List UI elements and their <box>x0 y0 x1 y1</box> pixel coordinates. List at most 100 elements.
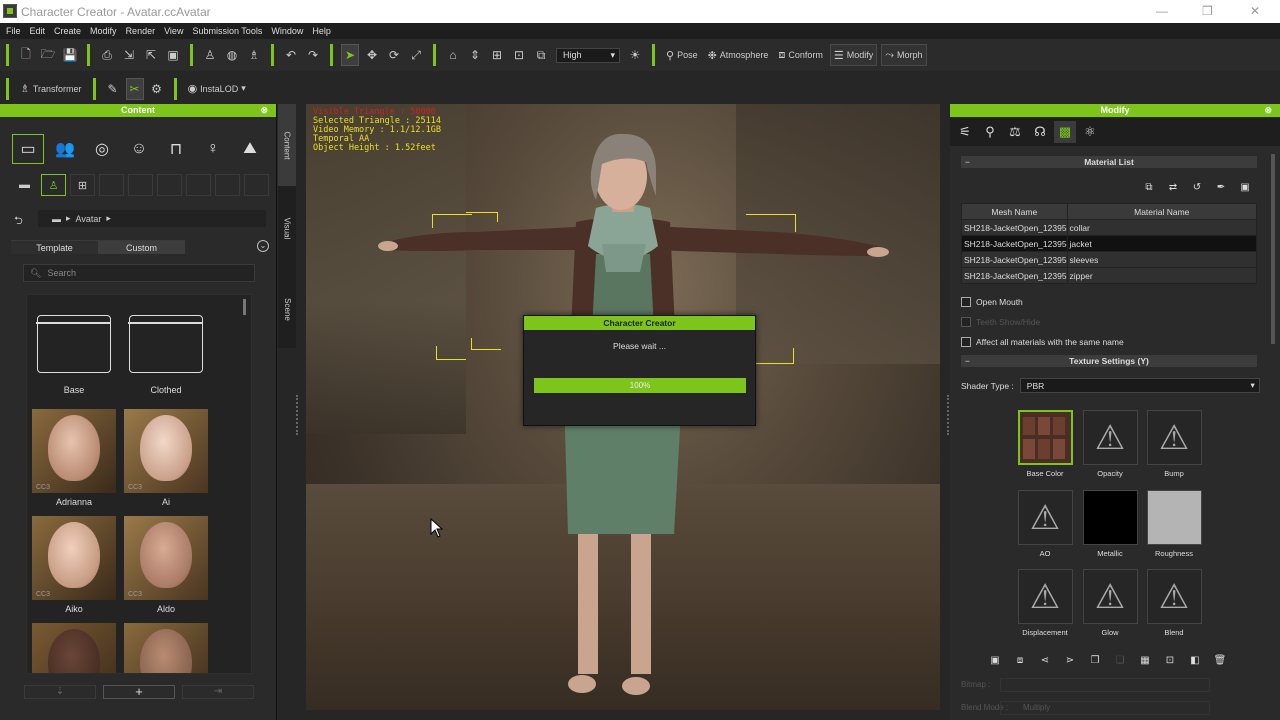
mesh-tool-icon[interactable]: ⚙ <box>148 78 166 100</box>
table-row[interactable]: SH218-JacketOpen_12395 jacket <box>961 235 1258 252</box>
redo-icon[interactable]: ↷ <box>304 44 322 66</box>
splitter-handle[interactable] <box>947 395 949 435</box>
share-icon[interactable]: ⋖ <box>1036 653 1054 668</box>
menu-edit[interactable]: Edit <box>30 26 46 36</box>
list-item[interactable]: Base <box>31 305 117 395</box>
splitter-handle[interactable] <box>296 395 298 435</box>
morph-slider-icon[interactable]: ⚖ <box>1004 121 1026 143</box>
apply-icon[interactable]: ⇥ <box>182 685 254 699</box>
export-fbx-icon[interactable]: ⇱ <box>142 44 160 66</box>
undo-icon[interactable]: ↶ <box>282 44 300 66</box>
conform-button[interactable]: ⧈ Conform <box>775 44 826 66</box>
sliders-icon[interactable]: ⚟ <box>954 121 976 143</box>
folder-icon[interactable]: ▬ <box>52 214 61 224</box>
delete-icon[interactable]: 🗑 <box>1211 653 1229 668</box>
zoom-selected-icon[interactable]: ⊡ <box>510 44 528 66</box>
teeth-checkbox[interactable]: Teeth Show/Hide <box>961 317 1040 327</box>
download-icon[interactable]: ⇣ <box>24 685 96 699</box>
menu-view[interactable]: View <box>164 26 183 36</box>
texture-slot-roughness[interactable]: Roughness <box>1142 490 1206 558</box>
edit-mesh-icon[interactable]: ✂ <box>125 77 144 100</box>
appearance-icon[interactable]: ☊ <box>1029 121 1051 143</box>
material-list-header[interactable]: − Material List <box>961 156 1257 168</box>
menu-create[interactable]: Create <box>54 26 81 36</box>
materials-category-icon[interactable]: ◎ <box>86 134 118 164</box>
texture-slot-glow[interactable]: ⚠ Glow <box>1078 569 1142 637</box>
column-header-mesh[interactable]: Mesh Name <box>961 203 1068 220</box>
tab-visual-vertical[interactable]: Visual <box>278 188 296 268</box>
panel-close-icon[interactable]: ⊗ <box>1264 104 1272 117</box>
column-header-material[interactable]: Material Name <box>1066 203 1258 220</box>
pose-button[interactable]: ⚲ Pose <box>663 44 701 66</box>
instalod-button[interactable]: ◉ InstaLOD ▾ <box>185 78 249 100</box>
panel-close-icon[interactable]: ⊗ <box>260 104 268 117</box>
head-category-icon[interactable]: ☺ <box>123 134 155 164</box>
add-button[interactable]: + <box>103 685 175 699</box>
list-item[interactable] <box>123 623 209 673</box>
bitmap-field[interactable] <box>1000 678 1210 692</box>
texture-slot-blend[interactable]: ⚠ Blend <box>1142 569 1206 637</box>
texture-slot-bump[interactable]: ⚠ Bump <box>1142 410 1206 478</box>
home-camera-icon[interactable]: ⌂ <box>444 44 462 66</box>
transformer-button[interactable]: ♗ Transformer <box>17 78 85 100</box>
tab-custom[interactable]: Custom <box>98 240 185 254</box>
menu-file[interactable]: File <box>6 26 21 36</box>
physics-atom-icon[interactable]: ⚛ <box>1079 121 1101 143</box>
eyedropper-icon[interactable]: ✒ <box>1212 180 1230 195</box>
share-all-icon[interactable]: ⋗ <box>1061 653 1079 668</box>
content-scrollbar[interactable] <box>243 299 246 315</box>
menu-help[interactable]: Help <box>312 26 331 36</box>
select-arrow-icon[interactable]: ➤ <box>341 44 359 66</box>
modify-scrollbar[interactable] <box>1271 154 1275 344</box>
menu-submission-tools[interactable]: Submission Tools <box>192 26 262 36</box>
headshot-icon[interactable]: ◍ <box>223 44 241 66</box>
people-category-icon[interactable]: 👥 <box>49 134 81 164</box>
menu-modify[interactable]: Modify <box>90 26 117 36</box>
restore-button[interactable]: ❐ <box>1202 4 1213 18</box>
shader-type-select[interactable]: PBR ▾ <box>1019 378 1260 393</box>
move-icon[interactable]: ✥ <box>363 44 381 66</box>
add-image-icon[interactable]: ⊞ <box>70 174 95 196</box>
menu-render[interactable]: Render <box>126 26 156 36</box>
scene-category-icon[interactable]: ⛰ <box>234 134 266 164</box>
folder-category-icon[interactable]: ▭ <box>12 134 44 164</box>
camera-view-icon[interactable]: ⧉ <box>532 44 550 66</box>
mask-icon[interactable]: ◧ <box>1186 653 1204 668</box>
texture-slot-displacement[interactable]: ⚠ Displacement <box>1013 569 1077 637</box>
character-icon[interactable]: ♙ <box>201 44 219 66</box>
brush-icon[interactable]: ✎ <box>104 78 122 100</box>
zoom-extents-icon[interactable]: ⊞ <box>488 44 506 66</box>
list-item[interactable]: CC3 Ai <box>123 409 209 507</box>
search-input[interactable]: 🔍︎ Search <box>23 264 255 282</box>
table-row[interactable]: SH218-JacketOpen_12395 sleeves <box>961 251 1258 268</box>
save-texture-icon[interactable]: ⧈ <box>1011 653 1029 668</box>
tab-template[interactable]: Template <box>11 240 98 254</box>
folder-icon[interactable]: ▬ <box>12 174 37 196</box>
list-item[interactable]: CC3 Aiko <box>31 516 117 614</box>
checker-icon[interactable]: ▣ <box>1236 180 1254 195</box>
texture-slot-ao[interactable]: ⚠ AO <box>1013 490 1077 558</box>
scale-icon[interactable]: ⤢ <box>407 44 425 66</box>
swap-icon[interactable]: ⇄ <box>1164 180 1182 195</box>
grid-icon[interactable]: ▦ <box>1136 653 1154 668</box>
texture-settings-header[interactable]: − Texture Settings (Y) <box>961 355 1257 367</box>
minimize-button[interactable]: — <box>1156 4 1168 18</box>
motion-icon[interactable]: ⚲ <box>979 121 1001 143</box>
body-category-icon[interactable]: ⊓ <box>160 134 192 164</box>
copy-icon[interactable]: ❐ <box>1086 653 1104 668</box>
close-button[interactable]: ✕ <box>1250 4 1260 18</box>
reset-icon[interactable]: ↺ <box>1188 180 1206 195</box>
pose-tool-icon[interactable]: ♗ <box>245 44 263 66</box>
empty-slot[interactable] <box>157 174 182 196</box>
load-texture-icon[interactable]: ▣ <box>986 653 1004 668</box>
empty-slot[interactable] <box>128 174 153 196</box>
paste-icon[interactable]: ❏ <box>1111 653 1129 668</box>
list-item[interactable]: Clothed <box>123 305 209 395</box>
open-mouth-checkbox[interactable]: Open Mouth <box>961 297 1023 307</box>
avatar-icon[interactable]: ♙ <box>41 174 66 196</box>
texture-slot-opacity[interactable]: ⚠ Opacity <box>1078 410 1142 478</box>
import-icon[interactable]: ⎙ <box>98 44 116 66</box>
list-item[interactable]: CC3 Aldo <box>123 516 209 614</box>
empty-slot[interactable] <box>244 174 269 196</box>
empty-slot[interactable] <box>186 174 211 196</box>
